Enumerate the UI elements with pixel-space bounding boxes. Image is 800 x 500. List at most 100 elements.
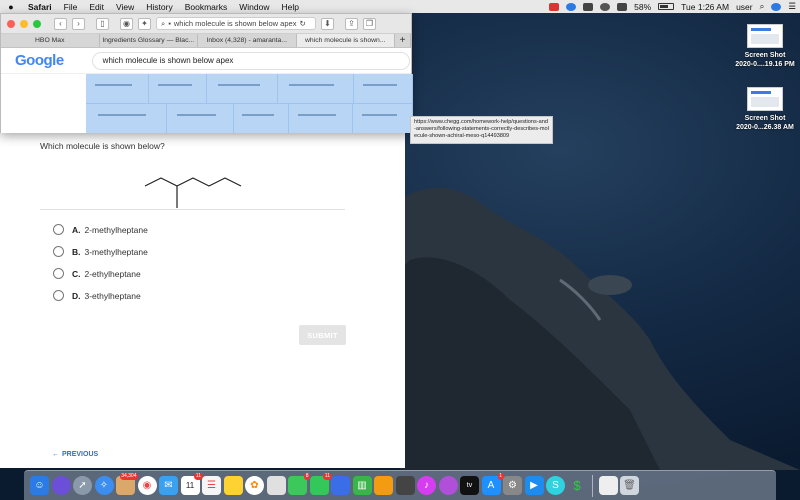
tab-bar: HBO Max Ingredients Glossary — Blac... I… <box>1 34 411 48</box>
google-search-input[interactable]: which molecule is shown below apex <box>91 51 410 70</box>
image-result[interactable] <box>234 104 288 133</box>
screenshot-thumbnail <box>747 24 783 48</box>
chrome-icon[interactable]: ◉ <box>137 476 157 495</box>
battery-icon[interactable] <box>658 3 675 10</box>
forward-icon[interactable]: › <box>72 17 85 30</box>
sidebar-icon[interactable]: ▯ <box>96 17 109 30</box>
pages-icon[interactable] <box>374 476 393 495</box>
skype-icon[interactable]: S <box>546 476 565 495</box>
share-icon[interactable]: ⇪ <box>345 17 358 30</box>
calendar-icon[interactable]: 11 11 <box>180 473 203 495</box>
search-icon: ⌕ <box>161 18 166 28</box>
image-result[interactable] <box>86 104 166 133</box>
launchpad-icon[interactable]: ➚ <box>73 476 92 495</box>
menu-help[interactable]: Help <box>275 2 304 12</box>
image-result[interactable] <box>353 104 412 133</box>
radio-a[interactable] <box>53 224 64 235</box>
notes-icon[interactable] <box>223 476 243 495</box>
zoom-window-icon[interactable] <box>33 19 41 28</box>
safari-compass-icon[interactable]: ✧ <box>94 476 114 495</box>
submit-button[interactable]: SUBMIT <box>299 325 346 345</box>
system-preferences-icon[interactable]: ⚙ <box>503 476 522 495</box>
choice-d[interactable]: D. 3-ethylheptane <box>53 290 141 301</box>
numbers-icon[interactable]: ▥ <box>352 476 372 495</box>
menu-app-name[interactable]: Safari <box>22 2 58 12</box>
choice-b[interactable]: B. 3-methylheptane <box>53 246 148 257</box>
zoom-icon[interactable]: ▶ <box>524 476 544 495</box>
image-result[interactable] <box>167 104 233 133</box>
reminders-icon[interactable]: ☰ <box>202 476 221 495</box>
preview-icon[interactable] <box>395 476 415 495</box>
photos-icon[interactable]: ✿ <box>245 476 264 495</box>
image-result[interactable] <box>207 74 277 103</box>
radio-b[interactable] <box>53 246 64 257</box>
app-store-icon[interactable]: A1 <box>481 473 504 495</box>
lock-icon: ▪ <box>168 19 171 28</box>
previous-label: PREVIOUS <box>62 451 99 458</box>
menu-bookmarks[interactable]: Bookmarks <box>179 2 234 12</box>
previous-button[interactable]: ← PREVIOUS <box>52 451 98 458</box>
radio-d[interactable] <box>53 290 64 301</box>
cloud-icon[interactable] <box>583 2 594 11</box>
keynote-icon[interactable] <box>331 476 350 495</box>
address-text: which molecule is shown below apex <box>173 19 297 28</box>
tab-ingredients[interactable]: Ingredients Glossary — Blac... <box>100 34 198 47</box>
clock[interactable]: Tue 1:26 AM <box>681 2 729 12</box>
choice-a[interactable]: A. 2-methylheptane <box>53 224 148 235</box>
menu-edit[interactable]: Edit <box>83 2 110 12</box>
image-result[interactable] <box>149 74 206 103</box>
robinhood-icon[interactable]: $ <box>568 476 587 495</box>
apple-menu-icon[interactable]: ● <box>0 2 22 12</box>
choice-letter: B. <box>72 246 81 257</box>
accessibility-icon[interactable]: ✦ <box>138 17 151 30</box>
address-bar[interactable]: ⌕ ▪ which molecule is shown below apex ↻ <box>156 17 316 30</box>
contacts-icon[interactable] <box>266 476 286 495</box>
menu-view[interactable]: View <box>110 2 140 12</box>
finder-icon[interactable]: ☺ <box>30 476 49 495</box>
desktop-file-screenshot-1[interactable]: Screen Shot 2020-0....19.16 PM <box>730 24 800 69</box>
menu-file[interactable]: File <box>58 2 84 12</box>
tab-search[interactable]: which molecule is shown... <box>296 34 395 47</box>
choice-c[interactable]: C. 2-ethylheptane <box>53 268 141 279</box>
tab-hbo-max[interactable]: HBO Max <box>1 34 100 47</box>
mail-icon[interactable]: ✉ <box>159 476 178 495</box>
menu-window[interactable]: Window <box>233 2 275 12</box>
minimize-window-icon[interactable] <box>20 19 28 28</box>
back-icon[interactable]: ‹ <box>54 17 67 30</box>
user-name[interactable]: user <box>736 2 753 12</box>
image-result[interactable] <box>278 74 353 103</box>
file-subtitle: 2020-0...26.38 AM <box>736 124 794 131</box>
mask-icon[interactable] <box>600 2 611 11</box>
close-window-icon[interactable] <box>7 19 15 28</box>
notification-icon[interactable] <box>549 2 560 11</box>
file-title: Screen Shot <box>744 115 786 122</box>
image-result[interactable] <box>354 74 412 103</box>
new-tab-icon[interactable]: + <box>395 34 411 47</box>
tab-inbox[interactable]: Inbox (4,328) - amaranta... <box>198 34 297 47</box>
music-icon[interactable]: ♪ <box>417 476 436 495</box>
reload-icon[interactable]: ↻ <box>299 19 305 28</box>
menu-history[interactable]: History <box>140 2 178 12</box>
messages-icon[interactable]: 11 <box>309 473 332 495</box>
google-logo[interactable]: Google <box>15 52 64 69</box>
siri-icon[interactable] <box>771 2 782 11</box>
download-icon[interactable]: ⬇ <box>321 17 334 30</box>
document-icon[interactable] <box>598 476 618 495</box>
spotlight-icon[interactable]: ⌕ <box>760 1 765 12</box>
apple-tv-icon[interactable]: tv <box>460 476 479 495</box>
desktop-file-screenshot-2[interactable]: Screen Shot 2020-0...26.38 AM <box>730 87 800 132</box>
image-result[interactable] <box>289 104 352 133</box>
podcasts-icon[interactable] <box>438 476 458 495</box>
google-logo-text: Google <box>15 52 64 69</box>
tabs-overview-icon[interactable]: ❐ <box>363 17 376 30</box>
facetime-icon[interactable]: 8 <box>288 473 310 495</box>
wifi-icon[interactable] <box>617 2 628 11</box>
trash-icon[interactable]: 🗑 <box>620 476 639 495</box>
radio-c[interactable] <box>53 268 64 279</box>
photos-stamp-icon[interactable]: 34,304 <box>116 473 138 495</box>
extension-icon[interactable]: ◉ <box>120 17 133 30</box>
siri-dock-icon[interactable] <box>51 476 71 495</box>
vpn-icon[interactable] <box>566 2 577 11</box>
image-result[interactable] <box>86 74 148 103</box>
control-menu-icon[interactable]: ☰ <box>788 1 796 12</box>
